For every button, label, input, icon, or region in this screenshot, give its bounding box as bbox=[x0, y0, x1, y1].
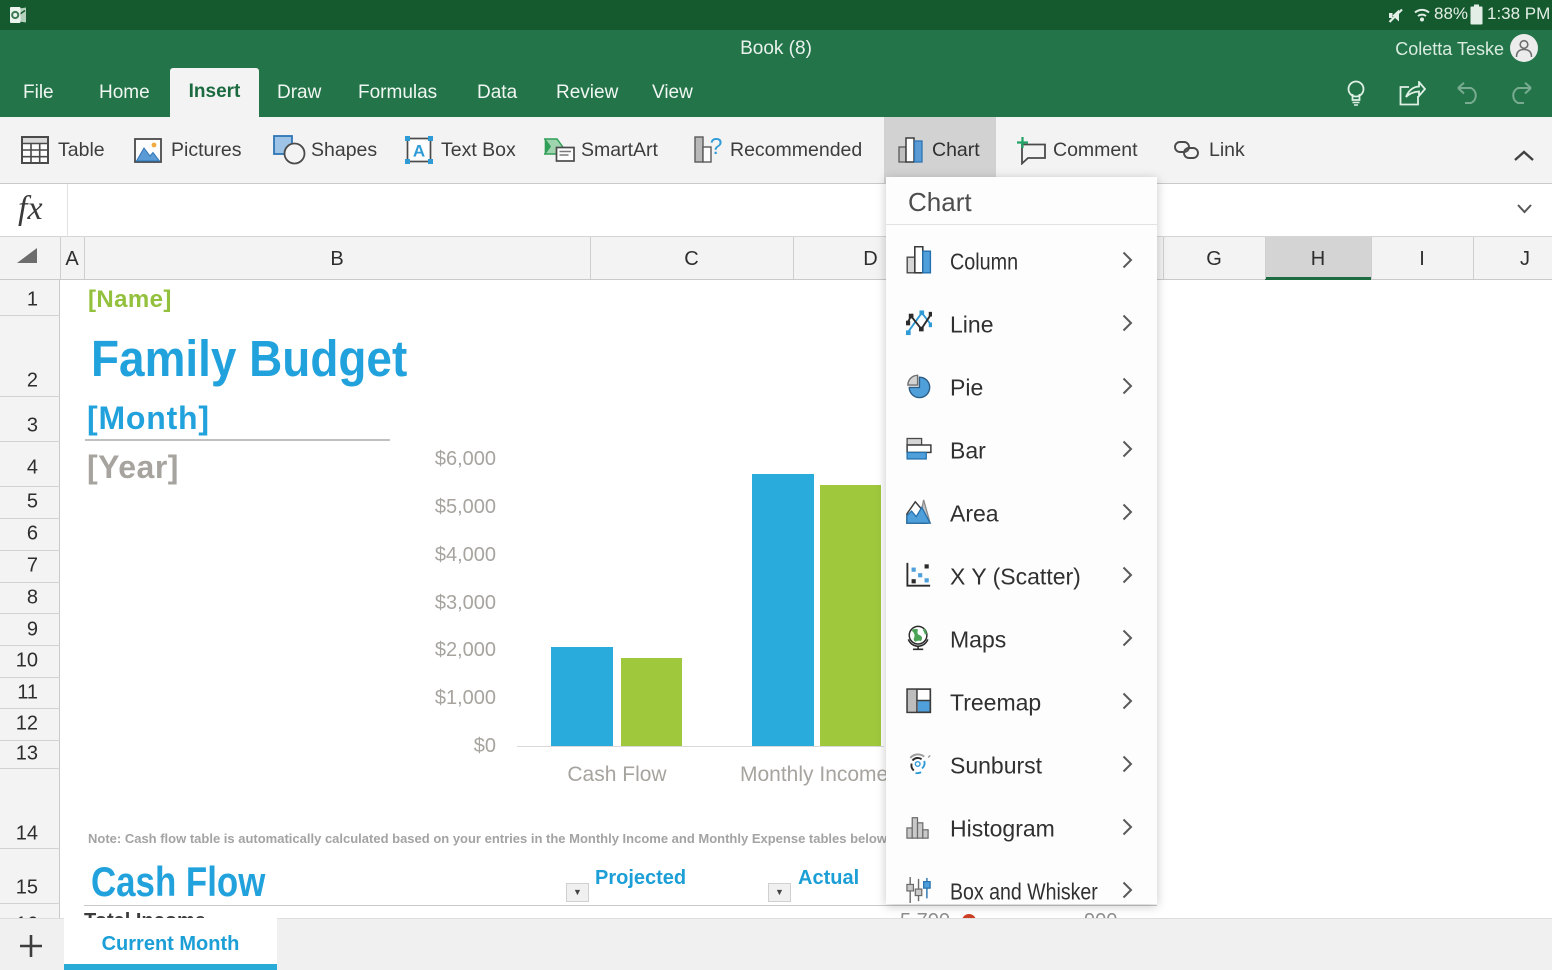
svg-text:A: A bbox=[413, 142, 425, 161]
svg-text:?: ? bbox=[710, 136, 722, 159]
